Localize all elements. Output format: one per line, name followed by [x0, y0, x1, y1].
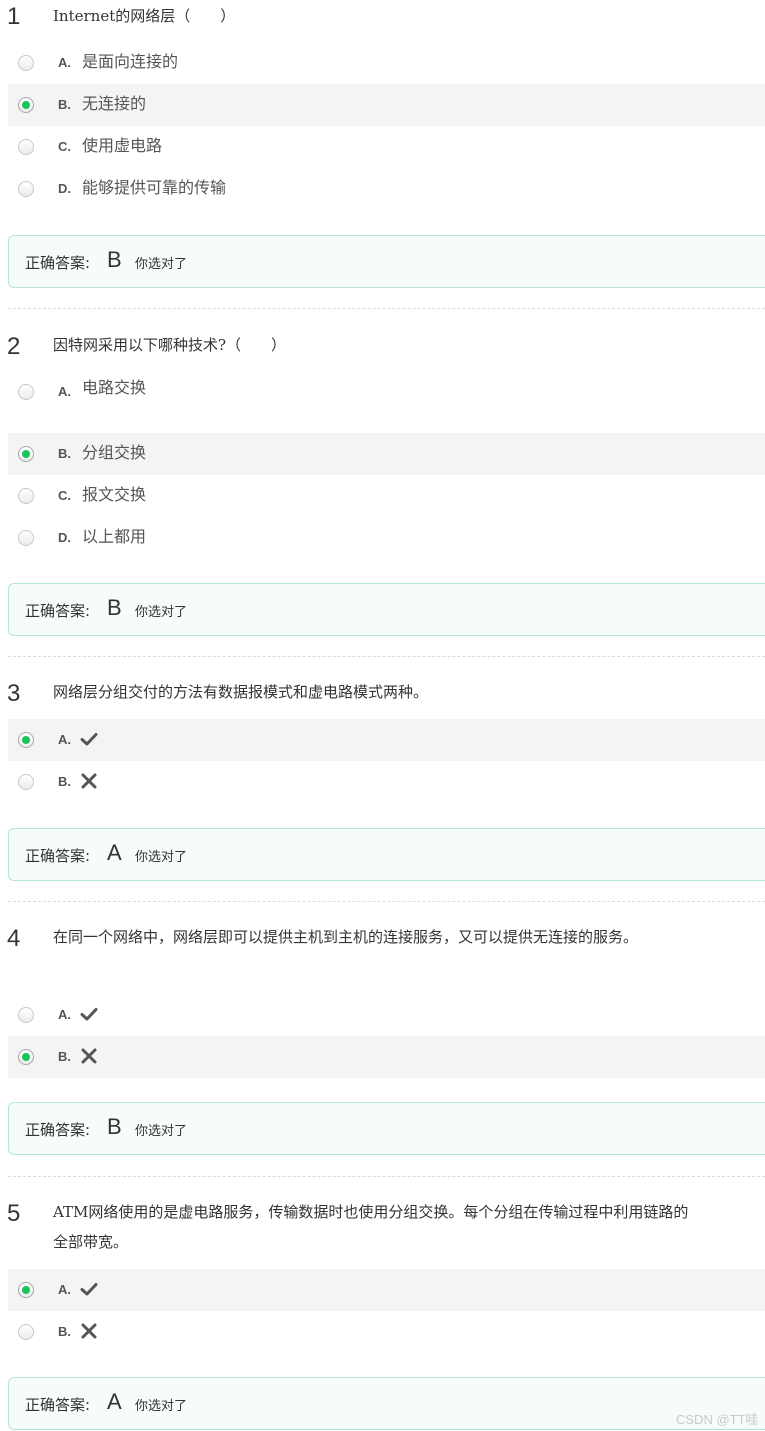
question-text: 在同一个网络中，网络层即可以提供主机到主机的连接服务，又可以提供无连接的服务。 [53, 928, 639, 946]
answer-label: 正确答案: [25, 1121, 91, 1139]
option-5a[interactable]: A. [8, 1269, 765, 1311]
question-text: 因特网采用以下哪种技术?（ ） [53, 336, 287, 354]
option-text: 无连接的 [82, 94, 147, 113]
option-5b[interactable]: B. [8, 1311, 765, 1353]
answer-value: B [107, 247, 122, 272]
answer-note: 你选对了 [135, 1124, 188, 1139]
option-letter: A. [58, 1007, 71, 1022]
question-number: 2 [7, 333, 21, 360]
option-3a[interactable]: A. [8, 719, 765, 761]
cross-icon [81, 773, 97, 789]
answer-note: 你选对了 [135, 605, 188, 620]
option-letter: C. [58, 488, 71, 503]
option-letter: B. [58, 446, 71, 461]
radio-button[interactable] [18, 530, 34, 546]
cross-icon [81, 1048, 97, 1064]
answer-note: 你选对了 [135, 1399, 188, 1414]
option-1a[interactable]: A. 是面向连接的 [8, 42, 765, 84]
option-letter: B. [58, 1049, 71, 1064]
answer-value: A [107, 1389, 122, 1414]
radio-button[interactable] [18, 1007, 34, 1023]
option-3b[interactable]: B. [8, 761, 765, 803]
option-letter: A. [58, 1282, 71, 1297]
answer-value: B [107, 595, 122, 620]
divider [8, 656, 765, 657]
option-4b[interactable]: B. [8, 1036, 765, 1078]
option-2c[interactable]: C. 报文交换 [8, 475, 765, 517]
option-letter: A. [58, 55, 71, 70]
radio-button[interactable] [18, 774, 34, 790]
option-1b[interactable]: B. 无连接的 [8, 84, 765, 126]
radio-button[interactable] [18, 139, 34, 155]
answer-value: B [107, 1114, 122, 1139]
question-number: 4 [7, 925, 21, 952]
question-number: 5 [7, 1200, 21, 1227]
watermark: CSDN @TT哇 [676, 1412, 759, 1427]
answer-note: 你选对了 [135, 850, 188, 865]
question-text: ATM网络使用的是虚电路服务，传输数据时也使用分组交换。每个分组在传输过程中利用… [53, 1203, 689, 1251]
radio-button[interactable] [18, 384, 34, 400]
answer-box: 正确答案: B 你选对了 [8, 1102, 765, 1155]
radio-button-selected[interactable] [18, 446, 34, 462]
question-text: Internet的网络层（ ） [53, 7, 236, 25]
option-text: 以上都用 [82, 527, 147, 546]
option-text: 电路交换 [82, 378, 147, 397]
answer-box: 正确答案: A 你选对了 [8, 828, 765, 881]
radio-button-selected[interactable] [18, 732, 34, 748]
option-1c[interactable]: C. 使用虚电路 [8, 126, 765, 168]
option-letter: C. [58, 139, 71, 154]
radio-button-selected[interactable] [18, 97, 34, 113]
option-text: 是面向连接的 [82, 52, 179, 71]
check-icon [80, 733, 98, 746]
option-text: 报文交换 [82, 485, 147, 504]
option-2b[interactable]: B. 分组交换 [8, 433, 765, 475]
option-1d[interactable]: D. 能够提供可靠的传输 [8, 168, 765, 210]
answer-label: 正确答案: [25, 1396, 91, 1414]
radio-button[interactable] [18, 488, 34, 504]
option-letter: D. [58, 530, 71, 545]
option-text: 能够提供可靠的传输 [82, 178, 227, 197]
radio-button[interactable] [18, 55, 34, 71]
option-text: 分组交换 [82, 443, 147, 462]
answer-box: 正确答案: B 你选对了 [8, 235, 765, 288]
option-4a[interactable]: A. [8, 994, 765, 1036]
radio-button[interactable] [18, 181, 34, 197]
option-letter: A. [58, 384, 71, 399]
question-text: 网络层分组交付的方法有数据报模式和虚电路模式两种。 [53, 683, 429, 701]
option-letter: B. [58, 97, 71, 112]
option-letter: B. [58, 1324, 71, 1339]
question-number: 1 [7, 3, 21, 30]
answer-value: A [107, 840, 122, 865]
answer-label: 正确答案: [25, 847, 91, 865]
option-text: 使用虚电路 [82, 136, 163, 155]
divider [8, 1176, 765, 1177]
option-letter: B. [58, 774, 71, 789]
option-letter: D. [58, 181, 71, 196]
check-icon [80, 1283, 98, 1296]
question-number: 3 [7, 680, 21, 707]
divider [8, 308, 765, 309]
option-letter: A. [58, 732, 71, 747]
answer-box: 正确答案: B 你选对了 [8, 583, 765, 636]
option-2d[interactable]: D. 以上都用 [8, 517, 765, 559]
answer-label: 正确答案: [25, 602, 91, 620]
radio-button-selected[interactable] [18, 1049, 34, 1065]
radio-button-selected[interactable] [18, 1282, 34, 1298]
radio-button[interactable] [18, 1324, 34, 1340]
divider [8, 901, 765, 902]
cross-icon [81, 1323, 97, 1339]
option-2a[interactable]: A. 电路交换 [8, 371, 765, 413]
answer-label: 正确答案: [25, 254, 91, 272]
answer-box: 正确答案: A 你选对了 [8, 1377, 765, 1430]
check-icon [80, 1008, 98, 1021]
answer-note: 你选对了 [135, 257, 188, 272]
